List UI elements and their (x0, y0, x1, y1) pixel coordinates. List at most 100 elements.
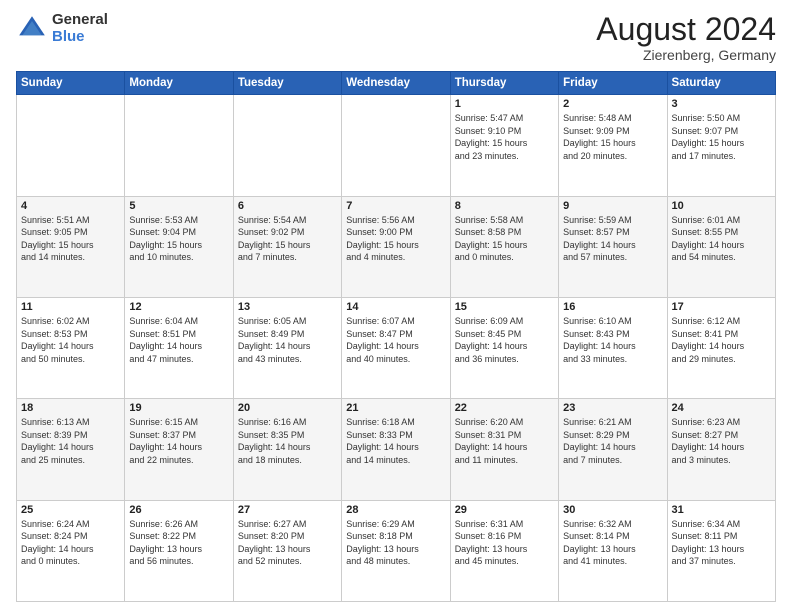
day-info: Sunrise: 6:32 AM Sunset: 8:14 PM Dayligh… (563, 518, 662, 568)
day-number: 16 (563, 301, 662, 313)
day-info: Sunrise: 6:01 AM Sunset: 8:55 PM Dayligh… (672, 214, 771, 264)
header-monday: Monday (125, 72, 233, 95)
day-number: 10 (672, 200, 771, 212)
day-number: 28 (346, 504, 445, 516)
day-info: Sunrise: 6:26 AM Sunset: 8:22 PM Dayligh… (129, 518, 228, 568)
day-number: 31 (672, 504, 771, 516)
logo-icon (16, 13, 48, 45)
calendar-cell-w2-d3: 14Sunrise: 6:07 AM Sunset: 8:47 PM Dayli… (342, 297, 450, 398)
day-number: 11 (21, 301, 120, 313)
logo-general-text: General (52, 12, 108, 29)
month-title: August 2024 (596, 12, 776, 47)
day-info: Sunrise: 6:13 AM Sunset: 8:39 PM Dayligh… (21, 416, 120, 466)
week-row-0: 1Sunrise: 5:47 AM Sunset: 9:10 PM Daylig… (17, 95, 776, 196)
day-info: Sunrise: 6:02 AM Sunset: 8:53 PM Dayligh… (21, 315, 120, 365)
day-number: 7 (346, 200, 445, 212)
calendar-cell-w4-d3: 28 Sunrise: 6:29 AM Sunset: 8:18 PM Dayli… (342, 500, 450, 601)
logo-blue-text: Blue (52, 29, 108, 46)
day-number: 13 (238, 301, 337, 313)
day-info: Sunrise: 6:34 AM Sunset: 8:11 PM Dayligh… (672, 518, 771, 568)
day-info: Sunrise: 6:29 AM Sunset: 8:18 PM Dayligh… (346, 518, 445, 568)
day-number: 25 (21, 504, 120, 516)
calendar-cell-w0-d5: 2Sunrise: 5:48 AM Sunset: 9:09 PM Daylig… (559, 95, 667, 196)
day-info: Sunrise: 6:27 AM Sunset: 8:20 PM Dayligh… (238, 518, 337, 568)
day-info: Sunrise: 5:47 AM Sunset: 9:10 PM Dayligh… (455, 112, 554, 162)
header-sunday: Sunday (17, 72, 125, 95)
week-row-3: 18 Sunrise: 6:13 AM Sunset: 8:39 PM Dayli… (17, 399, 776, 500)
day-number: 17 (672, 301, 771, 313)
header-saturday: Saturday (667, 72, 775, 95)
day-number: 29 (455, 504, 554, 516)
calendar-table: Sunday Monday Tuesday Wednesday Thursday… (16, 71, 776, 602)
day-number: 30 (563, 504, 662, 516)
calendar-cell-w2-d0: 11 Sunrise: 6:02 AM Sunset: 8:53 PM Dayli… (17, 297, 125, 398)
calendar-cell-w0-d1 (125, 95, 233, 196)
calendar-cell-w0-d2 (233, 95, 341, 196)
calendar-cell-w3-d1: 19 Sunrise: 6:15 AM Sunset: 8:37 PM Dayli… (125, 399, 233, 500)
day-number: 18 (21, 402, 120, 414)
day-number: 21 (346, 402, 445, 414)
day-info: Sunrise: 5:58 AM Sunset: 8:58 PM Dayligh… (455, 214, 554, 264)
logo-text: General Blue (52, 12, 108, 45)
day-number: 5 (129, 200, 228, 212)
day-number: 22 (455, 402, 554, 414)
day-info: Sunrise: 5:53 AM Sunset: 9:04 PM Dayligh… (129, 214, 228, 264)
calendar-cell-w3-d5: 23Sunrise: 6:21 AM Sunset: 8:29 PM Dayli… (559, 399, 667, 500)
day-info: Sunrise: 6:12 AM Sunset: 8:41 PM Dayligh… (672, 315, 771, 365)
calendar-cell-w3-d2: 20 Sunrise: 6:16 AM Sunset: 8:35 PM Dayli… (233, 399, 341, 500)
day-info: Sunrise: 6:09 AM Sunset: 8:45 PM Dayligh… (455, 315, 554, 365)
calendar-cell-w0-d6: 3Sunrise: 5:50 AM Sunset: 9:07 PM Daylig… (667, 95, 775, 196)
week-row-4: 25 Sunrise: 6:24 AM Sunset: 8:24 PM Dayli… (17, 500, 776, 601)
calendar-cell-w4-d1: 26 Sunrise: 6:26 AM Sunset: 8:22 PM Dayli… (125, 500, 233, 601)
day-info: Sunrise: 6:16 AM Sunset: 8:35 PM Dayligh… (238, 416, 337, 466)
day-number: 14 (346, 301, 445, 313)
calendar-cell-w1-d6: 10 Sunrise: 6:01 AM Sunset: 8:55 PM Dayli… (667, 196, 775, 297)
calendar-cell-w0-d3 (342, 95, 450, 196)
calendar-cell-w0-d4: 1Sunrise: 5:47 AM Sunset: 9:10 PM Daylig… (450, 95, 558, 196)
day-number: 12 (129, 301, 228, 313)
day-info: Sunrise: 6:05 AM Sunset: 8:49 PM Dayligh… (238, 315, 337, 365)
day-info: Sunrise: 6:04 AM Sunset: 8:51 PM Dayligh… (129, 315, 228, 365)
week-row-1: 4 Sunrise: 5:51 AM Sunset: 9:05 PM Daylig… (17, 196, 776, 297)
header-friday: Friday (559, 72, 667, 95)
day-number: 20 (238, 402, 337, 414)
calendar-cell-w4-d0: 25 Sunrise: 6:24 AM Sunset: 8:24 PM Dayli… (17, 500, 125, 601)
calendar-cell-w0-d0 (17, 95, 125, 196)
calendar-cell-w4-d4: 29 Sunrise: 6:31 AM Sunset: 8:16 PM Dayli… (450, 500, 558, 601)
page: General Blue August 2024 Zierenberg, Ger… (0, 0, 792, 612)
day-info: Sunrise: 5:48 AM Sunset: 9:09 PM Dayligh… (563, 112, 662, 162)
calendar-cell-w2-d1: 12 Sunrise: 6:04 AM Sunset: 8:51 PM Dayli… (125, 297, 233, 398)
header-wednesday: Wednesday (342, 72, 450, 95)
day-info: Sunrise: 5:50 AM Sunset: 9:07 PM Dayligh… (672, 112, 771, 162)
calendar-cell-w1-d0: 4 Sunrise: 5:51 AM Sunset: 9:05 PM Daylig… (17, 196, 125, 297)
day-number: 4 (21, 200, 120, 212)
day-number: 6 (238, 200, 337, 212)
day-info: Sunrise: 5:51 AM Sunset: 9:05 PM Dayligh… (21, 214, 120, 264)
calendar-cell-w1-d2: 6 Sunrise: 5:54 AM Sunset: 9:02 PM Daylig… (233, 196, 341, 297)
day-number: 9 (563, 200, 662, 212)
day-info: Sunrise: 6:15 AM Sunset: 8:37 PM Dayligh… (129, 416, 228, 466)
calendar-cell-w2-d4: 15Sunrise: 6:09 AM Sunset: 8:45 PM Dayli… (450, 297, 558, 398)
day-info: Sunrise: 6:24 AM Sunset: 8:24 PM Dayligh… (21, 518, 120, 568)
day-info: Sunrise: 6:23 AM Sunset: 8:27 PM Dayligh… (672, 416, 771, 466)
calendar-cell-w2-d6: 17 Sunrise: 6:12 AM Sunset: 8:41 PM Dayli… (667, 297, 775, 398)
day-number: 26 (129, 504, 228, 516)
calendar-header-row: Sunday Monday Tuesday Wednesday Thursday… (17, 72, 776, 95)
day-number: 19 (129, 402, 228, 414)
day-info: Sunrise: 5:59 AM Sunset: 8:57 PM Dayligh… (563, 214, 662, 264)
calendar-cell-w2-d2: 13 Sunrise: 6:05 AM Sunset: 8:49 PM Dayli… (233, 297, 341, 398)
location-subtitle: Zierenberg, Germany (596, 47, 776, 63)
calendar-cell-w2-d5: 16 Sunrise: 6:10 AM Sunset: 8:43 PM Dayli… (559, 297, 667, 398)
day-info: Sunrise: 5:54 AM Sunset: 9:02 PM Dayligh… (238, 214, 337, 264)
calendar-cell-w1-d4: 8Sunrise: 5:58 AM Sunset: 8:58 PM Daylig… (450, 196, 558, 297)
day-number: 27 (238, 504, 337, 516)
calendar-cell-w3-d4: 22Sunrise: 6:20 AM Sunset: 8:31 PM Dayli… (450, 399, 558, 500)
week-row-2: 11 Sunrise: 6:02 AM Sunset: 8:53 PM Dayli… (17, 297, 776, 398)
day-info: Sunrise: 6:31 AM Sunset: 8:16 PM Dayligh… (455, 518, 554, 568)
day-info: Sunrise: 6:21 AM Sunset: 8:29 PM Dayligh… (563, 416, 662, 466)
logo: General Blue (16, 12, 108, 45)
title-area: August 2024 Zierenberg, Germany (596, 12, 776, 63)
day-info: Sunrise: 5:56 AM Sunset: 9:00 PM Dayligh… (346, 214, 445, 264)
day-number: 24 (672, 402, 771, 414)
day-info: Sunrise: 6:10 AM Sunset: 8:43 PM Dayligh… (563, 315, 662, 365)
